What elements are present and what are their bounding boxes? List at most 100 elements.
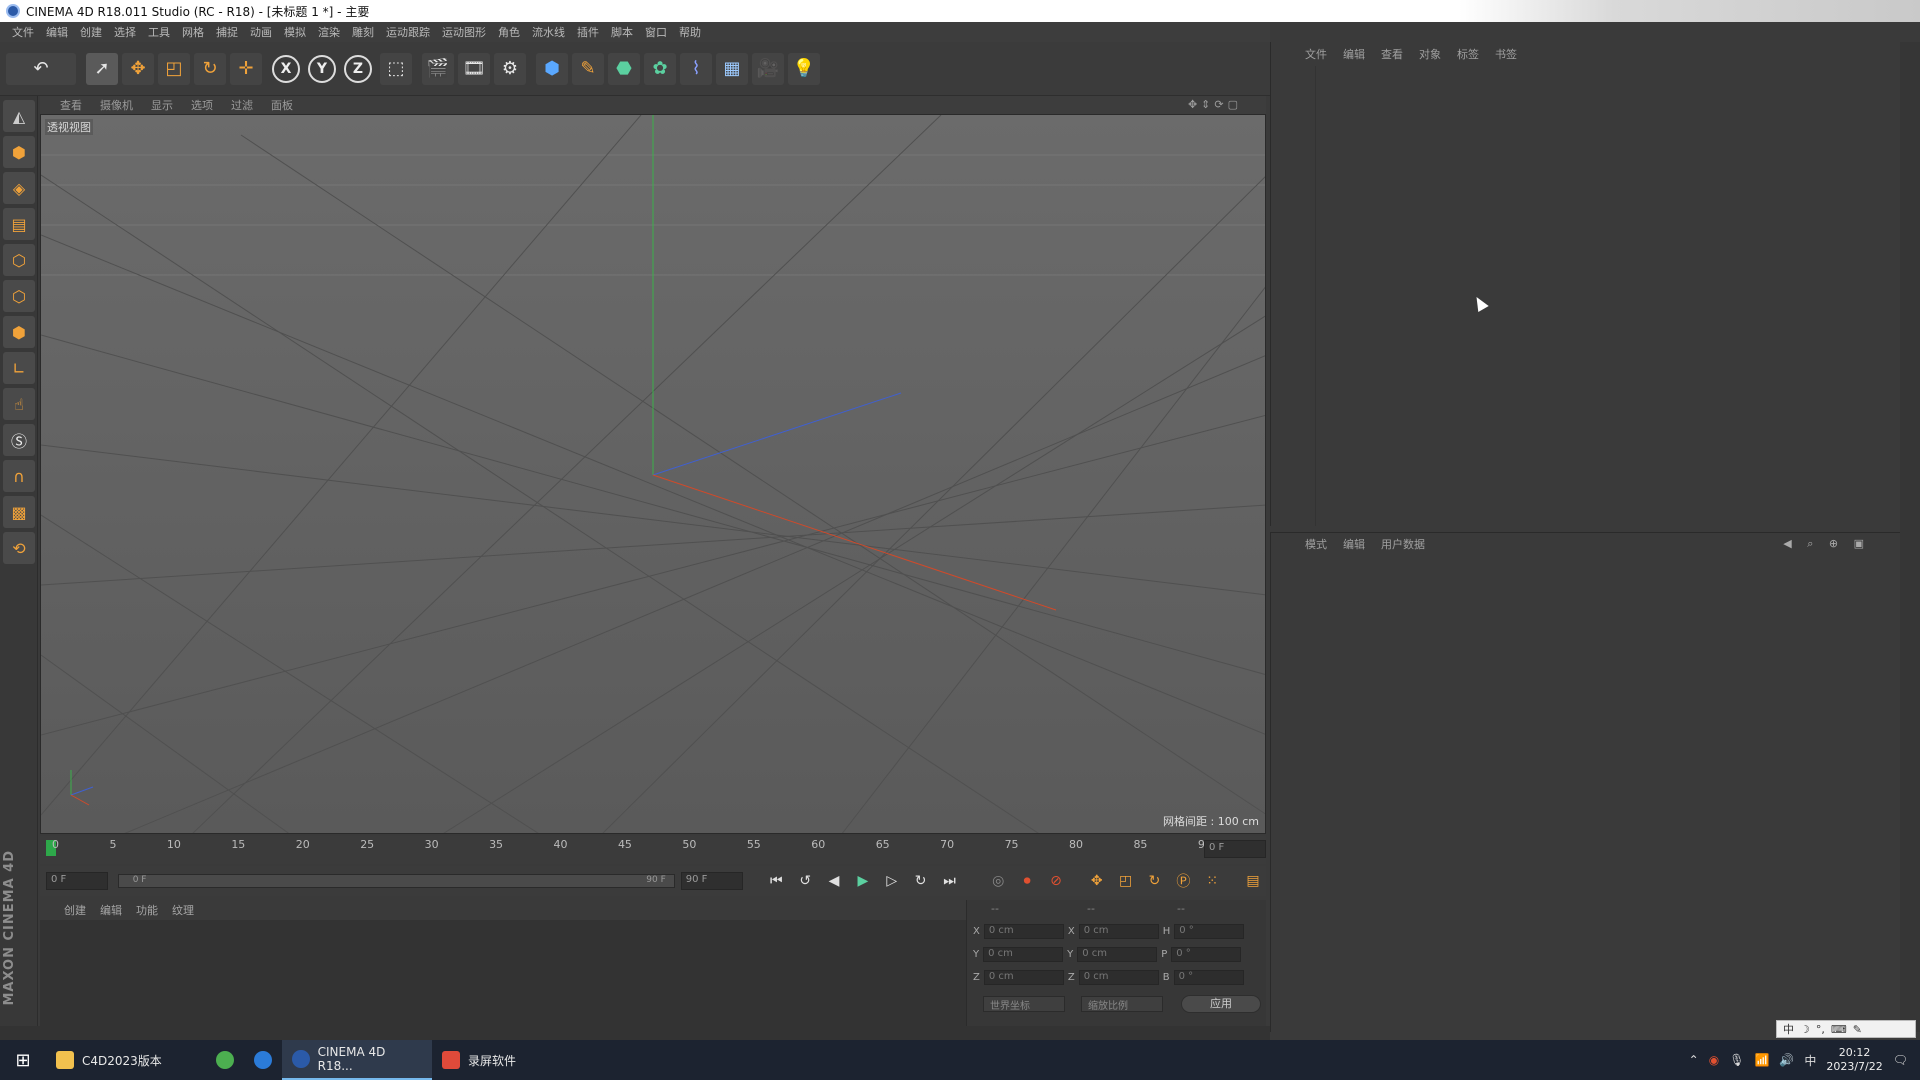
solo-icon[interactable]: Ⓢ [3,424,35,456]
right-tab-strip[interactable] [1900,42,1920,1032]
texture-mode-icon[interactable]: ◈ [3,172,35,204]
key-rotation-icon[interactable]: ↻ [1142,869,1168,893]
cube-object-icon[interactable]: ⬢ [536,52,568,85]
camera-icon[interactable]: 🎥 [752,52,784,85]
key-parameter-icon[interactable]: Ⓟ [1170,869,1196,893]
rotation-p-field[interactable]: 0 ° [1171,947,1242,962]
vp-menu-options[interactable]: 选项 [191,97,213,113]
ime-settings-icon[interactable]: ✎ [1853,1023,1862,1036]
menu-help[interactable]: 帮助 [673,24,707,40]
tray-record-icon[interactable]: ◉ [1709,1053,1719,1067]
ime-toolbar[interactable]: 中 ☽ °, ⌨ ✎ [1776,1020,1916,1038]
play-icon[interactable]: ▶ [850,869,876,893]
mat-menu-function[interactable]: 功能 [136,902,158,918]
menu-simulate[interactable]: 模拟 [278,24,312,40]
key-position-icon[interactable]: ✥ [1084,869,1110,893]
menu-tools[interactable]: 工具 [142,24,176,40]
menu-script[interactable]: 脚本 [605,24,639,40]
snap-icon[interactable]: ∩ [3,460,35,492]
undo-icon[interactable]: ↶ [6,52,76,85]
floor-icon[interactable]: ▦ [716,52,748,85]
make-editable-icon[interactable]: ◭ [3,100,35,132]
coordinate-mode-dropdown[interactable]: 世界坐标 [983,996,1065,1012]
perspective-viewport[interactable]: 透视视图 网格间距 : 100 cm [40,114,1266,834]
tray-chevron-icon[interactable]: ⌃ [1689,1053,1699,1067]
menu-pipeline[interactable]: 流水线 [526,24,571,40]
end-frame-field[interactable]: 90 F [680,872,743,890]
tray-volume-icon[interactable]: 🔊 [1779,1053,1794,1067]
menu-animate[interactable]: 动画 [244,24,278,40]
lock-workplane-icon[interactable]: ▩ [3,496,35,528]
key-pla-icon[interactable]: ⁙ [1199,869,1225,893]
size-z-field[interactable]: 0 cm [1078,970,1159,985]
position-x-field[interactable]: 0 cm [983,924,1064,939]
move-tool-icon[interactable]: ✥ [122,52,154,85]
om-menu-tags[interactable]: 标签 [1457,46,1479,62]
polygons-mode-icon[interactable]: ⬢ [3,316,35,348]
pen-spline-icon[interactable]: ✎ [572,52,604,85]
om-menu-file[interactable]: 文件 [1305,46,1327,62]
notification-icon[interactable]: 🗨 [1893,1053,1908,1067]
menu-create[interactable]: 创建 [74,24,108,40]
rotate-tool-icon[interactable]: ↻ [194,52,226,85]
mat-menu-texture[interactable]: 纹理 [172,902,194,918]
menu-file[interactable]: 文件 [6,24,40,40]
tray-mic-icon[interactable]: 🎙 [1729,1053,1744,1067]
model-mode-icon[interactable]: ⬢ [3,136,35,168]
select-tool-icon[interactable]: ➚ [86,52,118,85]
taskbar-item-recorder[interactable]: 录屏软件 [432,1040,582,1080]
record-active-objects-icon[interactable]: ⏺ [1014,869,1040,893]
keyframe-selection-icon[interactable]: ◎ [985,869,1011,893]
vp-menu-panel[interactable]: 面板 [271,97,293,113]
menu-select[interactable]: 选择 [108,24,142,40]
taskbar-item-folder[interactable]: C4D2023版本 [46,1040,206,1080]
ime-punct-icon[interactable]: °, [1816,1023,1825,1036]
render-settings-icon[interactable]: ⚙ [494,52,526,85]
coordinate-system-icon[interactable]: ⬚ [380,52,412,85]
menu-window[interactable]: 窗口 [639,24,673,40]
next-key-icon[interactable]: ↻ [908,869,934,893]
om-menu-objects[interactable]: 对象 [1419,46,1441,62]
am-menu-edit[interactable]: 编辑 [1343,536,1365,552]
om-menu-edit[interactable]: 编辑 [1343,46,1365,62]
edges-mode-icon[interactable]: ⬡ [3,280,35,312]
y-axis-lock-icon[interactable]: Y [308,54,336,83]
axis-mode-icon[interactable]: ∟ [3,352,35,384]
points-mode-icon[interactable]: ⬡ [3,244,35,276]
size-mode-dropdown[interactable]: 缩放比例 [1081,996,1163,1012]
previous-frame-icon[interactable]: ◀ [821,869,847,893]
om-menu-view[interactable]: 查看 [1381,46,1403,62]
am-menu-user-data[interactable]: 用户数据 [1381,536,1425,552]
start-frame-field[interactable]: 0 F [46,872,108,890]
menu-edit[interactable]: 编辑 [40,24,74,40]
vp-menu-cameras[interactable]: 摄像机 [100,97,133,113]
menu-snap[interactable]: 捕捉 [210,24,244,40]
menu-sculpt[interactable]: 雕刻 [346,24,380,40]
size-x-field[interactable]: 0 cm [1078,924,1159,939]
taskbar-item-app-green[interactable] [206,1040,244,1080]
tray-ime-label[interactable]: 中 [1804,1052,1816,1069]
z-axis-lock-icon[interactable]: Z [344,54,372,83]
light-icon[interactable]: 💡 [788,52,820,85]
workplane-icon[interactable]: ▤ [3,208,35,240]
subdivision-surface-icon[interactable]: ⬣ [608,52,640,85]
menu-plugins[interactable]: 插件 [571,24,605,40]
viewport-nav-icons[interactable]: ✥⇕⟳▢ [1188,98,1242,111]
render-view-icon[interactable]: 🎬 [422,52,454,85]
menu-mograph[interactable]: 运动图形 [436,24,492,40]
rotation-h-field[interactable]: 0 ° [1174,924,1245,939]
key-scale-icon[interactable]: ◰ [1113,869,1139,893]
go-to-end-icon[interactable]: ⏭ [937,869,963,893]
previous-key-icon[interactable]: ↺ [792,869,818,893]
menu-mesh[interactable]: 网格 [176,24,210,40]
rotation-b-field[interactable]: 0 ° [1173,970,1244,985]
am-menu-mode[interactable]: 模式 [1305,536,1327,552]
position-y-field[interactable]: 0 cm [983,947,1064,962]
taskbar-item-app-blue[interactable] [244,1040,282,1080]
menu-render[interactable]: 渲染 [312,24,346,40]
menu-character[interactable]: 角色 [492,24,526,40]
go-to-start-icon[interactable]: ⏮ [763,869,789,893]
render-to-picture-viewer-icon[interactable]: 🎞 [458,52,490,85]
tray-network-icon[interactable]: 📶 [1754,1053,1769,1067]
vp-menu-display[interactable]: 显示 [151,97,173,113]
